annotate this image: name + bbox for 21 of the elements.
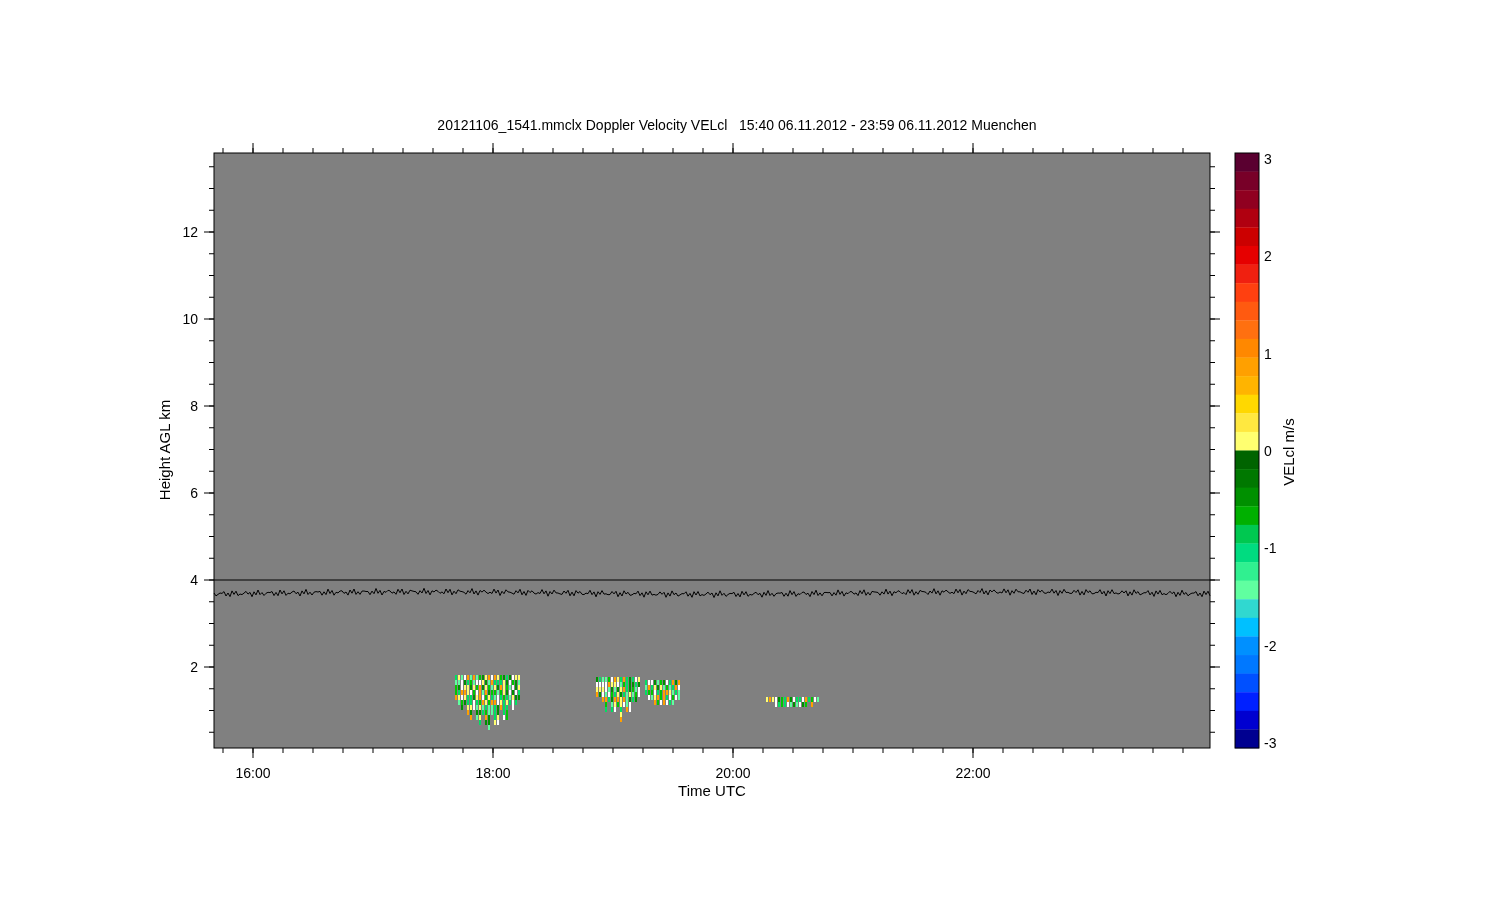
tick-label: 0 (1264, 442, 1272, 459)
axis-label: Time UTC (678, 782, 746, 799)
tick-label: -3 (1264, 734, 1277, 751)
tick-label: 1 (1264, 345, 1272, 362)
tick-label: 6 (190, 485, 198, 501)
tick-label: 2 (190, 659, 198, 675)
axis-label: VELcl m/s (1280, 418, 1297, 486)
tick-label: 20:00 (715, 765, 751, 781)
tick-label: 3 (1264, 151, 1272, 167)
tick-label: 22:00 (955, 765, 991, 781)
tick-label: -2 (1264, 637, 1277, 654)
tick-label: 18:00 (475, 765, 511, 781)
tick-label: 10 (182, 311, 198, 327)
tick-label: 2 (1264, 248, 1272, 265)
tick-label: 8 (190, 398, 198, 414)
tick-label: 16:00 (235, 765, 271, 781)
axis-label: Height AGL km (156, 399, 173, 501)
plot-title: 20121106_1541.mmclx Doppler Velocity VELcl 15:40 06.11.2012 - 23:59 06.11.2012 Muenchen (437, 117, 1037, 133)
tick-label: 4 (190, 572, 198, 588)
tick-label: -1 (1264, 540, 1277, 557)
tick-label: 12 (182, 224, 198, 240)
